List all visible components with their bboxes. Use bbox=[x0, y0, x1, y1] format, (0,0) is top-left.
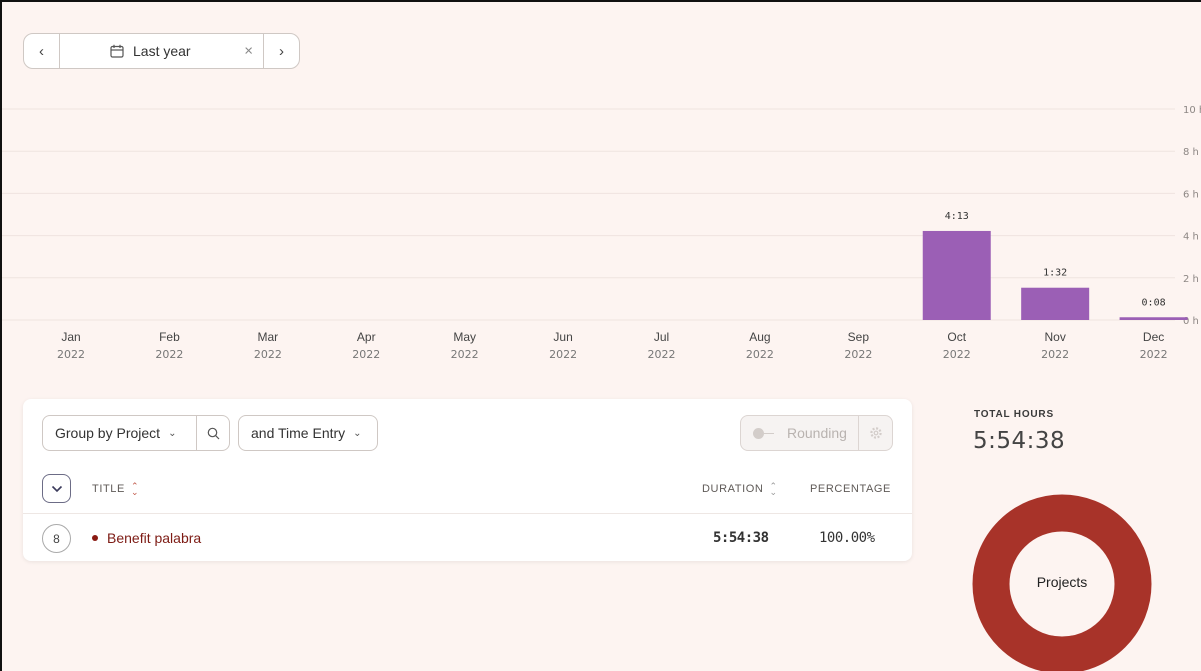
y-tick-label: 2 h bbox=[1183, 274, 1199, 285]
row-percentage: 100.00% bbox=[819, 530, 875, 546]
column-header-duration[interactable]: DURATION ⌃ ⌄ bbox=[702, 481, 778, 497]
y-tick-label: 8 h bbox=[1183, 147, 1199, 158]
x-tick-year: 2022 bbox=[451, 348, 479, 361]
group-by-control: Group by Project ⌄ bbox=[42, 415, 230, 451]
column-header-percentage: PERCENTAGE bbox=[810, 483, 891, 495]
sub-group-dropdown[interactable]: and Time Entry ⌄ bbox=[238, 415, 378, 451]
x-tick-month: Feb bbox=[159, 330, 180, 344]
column-header-title[interactable]: TITLE ⌃ ⌄ bbox=[92, 481, 140, 497]
clear-range-icon[interactable]: × bbox=[244, 43, 253, 60]
bar[interactable] bbox=[1021, 287, 1090, 320]
bar[interactable] bbox=[922, 230, 991, 320]
project-color-dot bbox=[92, 535, 98, 541]
x-tick-month: Jul bbox=[654, 330, 669, 344]
bar-value-label: 1:32 bbox=[1043, 268, 1067, 279]
column-title-label: TITLE bbox=[92, 483, 125, 495]
bar-value-label: 4:13 bbox=[945, 211, 969, 222]
donut-center-label: Projects bbox=[1036, 574, 1088, 590]
chevron-down-icon: ⌄ bbox=[353, 427, 362, 439]
y-tick-label: 4 h bbox=[1183, 232, 1199, 243]
x-tick-month: Nov bbox=[1044, 330, 1065, 344]
bar-value-label: 0:08 bbox=[1142, 297, 1166, 308]
calendar-icon bbox=[110, 44, 124, 58]
toggle-switch-icon bbox=[753, 428, 775, 439]
sub-group-label: and Time Entry bbox=[251, 425, 346, 441]
group-by-dropdown[interactable]: Group by Project ⌄ bbox=[43, 416, 196, 450]
entry-count-badge[interactable]: 8 bbox=[42, 524, 71, 553]
x-tick-month: Oct bbox=[947, 330, 966, 344]
x-tick-year: 2022 bbox=[549, 348, 577, 361]
expand-all-button[interactable] bbox=[42, 474, 71, 503]
x-tick-year: 2022 bbox=[57, 348, 85, 361]
rounding-label: Rounding bbox=[787, 425, 847, 441]
monthly-hours-chart: 0 h2 h4 h6 h8 h10 hJan2022Feb2022Mar2022… bbox=[2, 92, 1201, 382]
search-button[interactable] bbox=[196, 416, 229, 450]
report-toolbar: Group by Project ⌄ and Time Entry ⌄ Roun… bbox=[42, 415, 893, 451]
x-tick-month: Jun bbox=[553, 330, 572, 344]
x-tick-month: Dec bbox=[1143, 330, 1164, 344]
date-range-selector[interactable]: Last year × bbox=[60, 34, 263, 68]
bar[interactable] bbox=[1119, 317, 1188, 320]
rounding-control: Rounding bbox=[740, 415, 893, 451]
total-hours-label: TOTAL HOURS bbox=[974, 409, 1054, 420]
y-tick-label: 6 h bbox=[1183, 189, 1199, 200]
x-tick-year: 2022 bbox=[746, 348, 774, 361]
sort-icon: ⌃ ⌄ bbox=[769, 481, 778, 497]
report-view: ‹ Last year × › 0 h2 h4 h6 h8 h10 hJan20… bbox=[0, 0, 1201, 671]
x-tick-month: Mar bbox=[257, 330, 278, 344]
x-tick-month: Sep bbox=[848, 330, 870, 344]
sort-icon: ⌃ ⌄ bbox=[130, 481, 140, 497]
x-tick-month: May bbox=[453, 330, 476, 344]
y-tick-label: 10 h bbox=[1183, 105, 1201, 116]
x-tick-year: 2022 bbox=[943, 348, 971, 361]
date-range-label: Last year bbox=[133, 43, 191, 59]
column-percentage-label: PERCENTAGE bbox=[810, 483, 891, 495]
report-table-card: Group by Project ⌄ and Time Entry ⌄ Roun… bbox=[23, 399, 912, 561]
date-range-picker: ‹ Last year × › bbox=[23, 33, 300, 69]
group-by-label: Group by Project bbox=[55, 425, 161, 441]
row-duration: 5:54:38 bbox=[713, 530, 769, 546]
next-period-button[interactable]: › bbox=[263, 34, 299, 68]
x-tick-year: 2022 bbox=[1140, 348, 1168, 361]
previous-period-button[interactable]: ‹ bbox=[24, 34, 60, 68]
column-duration-label: DURATION bbox=[702, 483, 764, 495]
project-title-label: Benefit palabra bbox=[107, 530, 202, 546]
rounding-settings-button[interactable] bbox=[858, 416, 892, 450]
table-row[interactable]: 8 Benefit palabra 5:54:38 100.00% bbox=[23, 513, 912, 561]
search-icon bbox=[207, 427, 219, 439]
x-tick-year: 2022 bbox=[844, 348, 872, 361]
chevron-down-icon bbox=[51, 485, 62, 492]
table-header: TITLE ⌃ ⌄ DURATION ⌃ ⌄ PERCENTAGE bbox=[23, 472, 912, 504]
x-tick-month: Apr bbox=[357, 330, 376, 344]
rounding-toggle[interactable]: Rounding bbox=[741, 416, 858, 450]
x-tick-month: Jan bbox=[61, 330, 80, 344]
project-title[interactable]: Benefit palabra bbox=[92, 530, 201, 546]
x-tick-year: 2022 bbox=[648, 348, 676, 361]
total-hours-value: 5:54:38 bbox=[973, 428, 1066, 454]
x-tick-year: 2022 bbox=[155, 348, 183, 361]
x-tick-year: 2022 bbox=[254, 348, 282, 361]
x-tick-month: Aug bbox=[749, 330, 770, 344]
chart-canvas: 0 h2 h4 h6 h8 h10 hJan2022Feb2022Mar2022… bbox=[2, 105, 1201, 361]
chevron-down-icon: ⌄ bbox=[168, 427, 177, 439]
x-tick-year: 2022 bbox=[1041, 348, 1069, 361]
x-tick-year: 2022 bbox=[352, 348, 380, 361]
gear-icon bbox=[869, 427, 882, 439]
